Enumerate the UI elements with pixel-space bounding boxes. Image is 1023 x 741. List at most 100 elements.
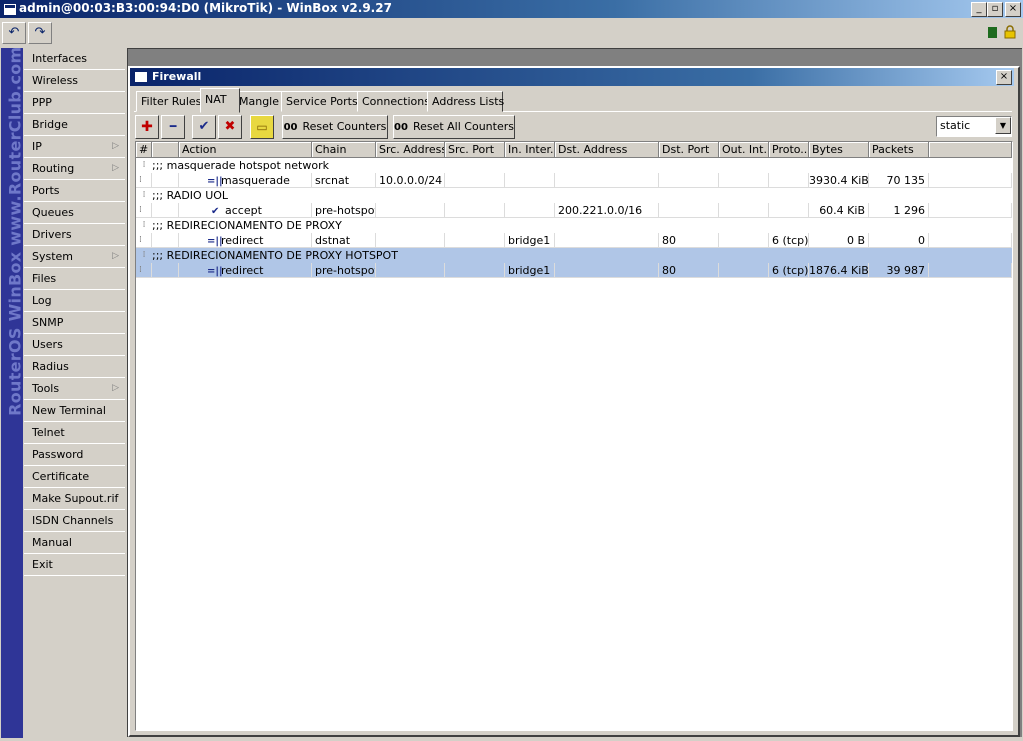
cell-dst-address: [555, 173, 659, 188]
cell-src-port: [445, 203, 505, 218]
row-filler: [929, 263, 1012, 278]
column-header[interactable]: Src. Port: [445, 142, 505, 158]
counter-icon: 00: [283, 122, 298, 133]
column-header[interactable]: Proto...: [769, 142, 809, 158]
submenu-arrow-icon: ▷: [112, 163, 119, 173]
column-header[interactable]: Chain: [312, 142, 376, 158]
action-label: masquerade: [221, 174, 290, 187]
cell-src-port: [445, 233, 505, 248]
remove-button[interactable]: ━: [161, 115, 185, 139]
sidebar-item-password[interactable]: Password: [24, 444, 125, 466]
undo-button[interactable]: ↶: [2, 22, 26, 44]
column-header[interactable]: #: [136, 142, 152, 158]
sidebar-item-label: IP: [32, 140, 42, 153]
redo-button[interactable]: ↷: [28, 22, 52, 44]
row-marker-icon: ⁞: [136, 233, 152, 248]
column-header[interactable]: Packets: [869, 142, 929, 158]
table-row[interactable]: ⁞3=||redirectpre-hotspotbridge1806 (tcp)…: [136, 263, 1012, 278]
maximize-button[interactable]: ▫: [987, 2, 1003, 17]
table-row[interactable]: ⁞1 ✔ accept pre-hotspot 200.221.0.0/16 60.4 K…: [136, 203, 1012, 218]
comment-button[interactable]: ▭: [250, 115, 274, 139]
sidebar-item-users[interactable]: Users: [24, 334, 125, 356]
sidebar-item-isdn-channels[interactable]: ISDN Channels: [24, 510, 125, 532]
sidebar-item-certificate[interactable]: Certificate: [24, 466, 125, 488]
column-header[interactable]: Out. Int...: [719, 142, 769, 158]
sidebar-item-files[interactable]: Files: [24, 268, 125, 290]
sidebar-item-log[interactable]: Log: [24, 290, 125, 312]
tab-connections[interactable]: Connections: [357, 91, 430, 112]
enable-button[interactable]: ✔: [192, 115, 216, 139]
reset-all-counters-button[interactable]: 00 Reset All Counters: [393, 115, 515, 139]
branding-text: RouterOS WinBox www.RouterClub.com: [5, 46, 25, 416]
sidebar-item-exit[interactable]: Exit: [24, 554, 125, 576]
sidebar-item-tools[interactable]: Tools ▷: [24, 378, 125, 400]
column-header[interactable]: Bytes: [809, 142, 869, 158]
sidebar-item-radius[interactable]: Radius: [24, 356, 125, 378]
disable-button[interactable]: ✖: [218, 115, 242, 139]
reset-counters-button[interactable]: 00 Reset Counters: [282, 115, 388, 139]
tab-service-ports[interactable]: Service Ports: [281, 91, 359, 112]
cell-action: =||redirect: [179, 233, 312, 248]
sidebar-item-telnet[interactable]: Telnet: [24, 422, 125, 444]
column-header[interactable]: In. Inter...: [505, 142, 555, 158]
cell-packets: 1 296: [869, 203, 929, 218]
sidebar-item-ppp[interactable]: PPP: [24, 92, 125, 114]
column-header[interactable]: Src. Address: [376, 142, 445, 158]
dropdown-arrow-icon[interactable]: ▼: [995, 117, 1011, 134]
table-row[interactable]: ⁞0=||masqueradesrcnat10.0.0.0/243930.4 K…: [136, 173, 1012, 188]
sidebar-item-label: Queues: [32, 206, 74, 219]
cell-out-interface: [719, 203, 769, 218]
sidebar-item-label: ISDN Channels: [32, 514, 114, 527]
rule-comment-row[interactable]: ⁞ ;;; REDIRECIONAMENTO DE PROXY HOTSPOT: [136, 248, 1012, 263]
sidebar-item-snmp[interactable]: SNMP: [24, 312, 125, 334]
filter-select[interactable]: static ▼: [936, 116, 1012, 137]
sidebar-item-queues[interactable]: Queues: [24, 202, 125, 224]
sidebar-item-label: Interfaces: [32, 52, 87, 65]
tab-mangle[interactable]: Mangle: [234, 91, 284, 112]
comment-icon: ▭: [256, 120, 268, 134]
row-filler: [929, 173, 1012, 188]
rule-comment-row[interactable]: ⁞ ;;; REDIRECIONAMENTO DE PROXY: [136, 218, 1012, 233]
cell-dst-port: 80: [659, 233, 719, 248]
tab-address-lists[interactable]: Address Lists: [427, 91, 504, 112]
sidebar-item-wireless[interactable]: Wireless: [24, 70, 125, 92]
cell-chain: pre-hotspot: [312, 263, 376, 278]
sidebar-item-new-terminal[interactable]: New Terminal: [24, 400, 125, 422]
sidebar-item-label: Make Supout.rif: [32, 492, 119, 505]
lock-icon: [1003, 25, 1017, 39]
sidebar-item-make-supout-rif[interactable]: Make Supout.rif: [24, 488, 125, 510]
minimize-button[interactable]: _: [971, 2, 987, 17]
column-header[interactable]: Dst. Port: [659, 142, 719, 158]
rule-comment: ;;; REDIRECIONAMENTO DE PROXY HOTSPOT: [152, 249, 398, 262]
column-header[interactable]: [152, 142, 179, 158]
rule-comment-row[interactable]: ⁞ ;;; masquerade hotspot network: [136, 158, 1012, 173]
sidebar-item-label: Log: [32, 294, 52, 307]
firewall-close-button[interactable]: ×: [996, 70, 1012, 85]
cell-chain: pre-hotspot: [312, 203, 376, 218]
sidebar-item-manual[interactable]: Manual: [24, 532, 125, 554]
column-header[interactable]: Action: [179, 142, 312, 158]
cell-in-interface: bridge1: [505, 263, 555, 278]
tab-nat[interactable]: NAT: [200, 88, 240, 113]
reset-all-counters-label: Reset All Counters: [412, 120, 514, 133]
sidebar-item-ip[interactable]: IP ▷: [24, 136, 125, 158]
sidebar-item-routing[interactable]: Routing ▷: [24, 158, 125, 180]
sidebar-item-system[interactable]: System ▷: [24, 246, 125, 268]
sidebar-item-drivers[interactable]: Drivers: [24, 224, 125, 246]
connection-status-icon: [988, 27, 997, 38]
add-button[interactable]: ✚: [135, 115, 159, 139]
column-header[interactable]: Dst. Address: [555, 142, 659, 158]
cell-protocol: 6 (tcp): [769, 263, 809, 278]
close-button[interactable]: ×: [1005, 2, 1021, 17]
table-row[interactable]: ⁞2=||redirectdstnatbridge1806 (tcp)0 B0: [136, 233, 1012, 248]
sidebar-item-label: Wireless: [32, 74, 79, 87]
sidebar-item-ports[interactable]: Ports: [24, 180, 125, 202]
rule-comment-row[interactable]: ⁞ ;;; RADIO UOL: [136, 188, 1012, 203]
sidebar-item-label: Tools: [32, 382, 60, 395]
plus-icon: ✚: [141, 119, 153, 135]
tab-filter-rules[interactable]: Filter Rules: [136, 91, 202, 112]
sidebar-item-interfaces[interactable]: Interfaces: [24, 48, 125, 70]
firewall-titlebar[interactable]: Firewall: [130, 68, 1014, 86]
sidebar-item-bridge[interactable]: Bridge: [24, 114, 125, 136]
cell-bytes: 1876.4 KiB: [809, 263, 869, 278]
